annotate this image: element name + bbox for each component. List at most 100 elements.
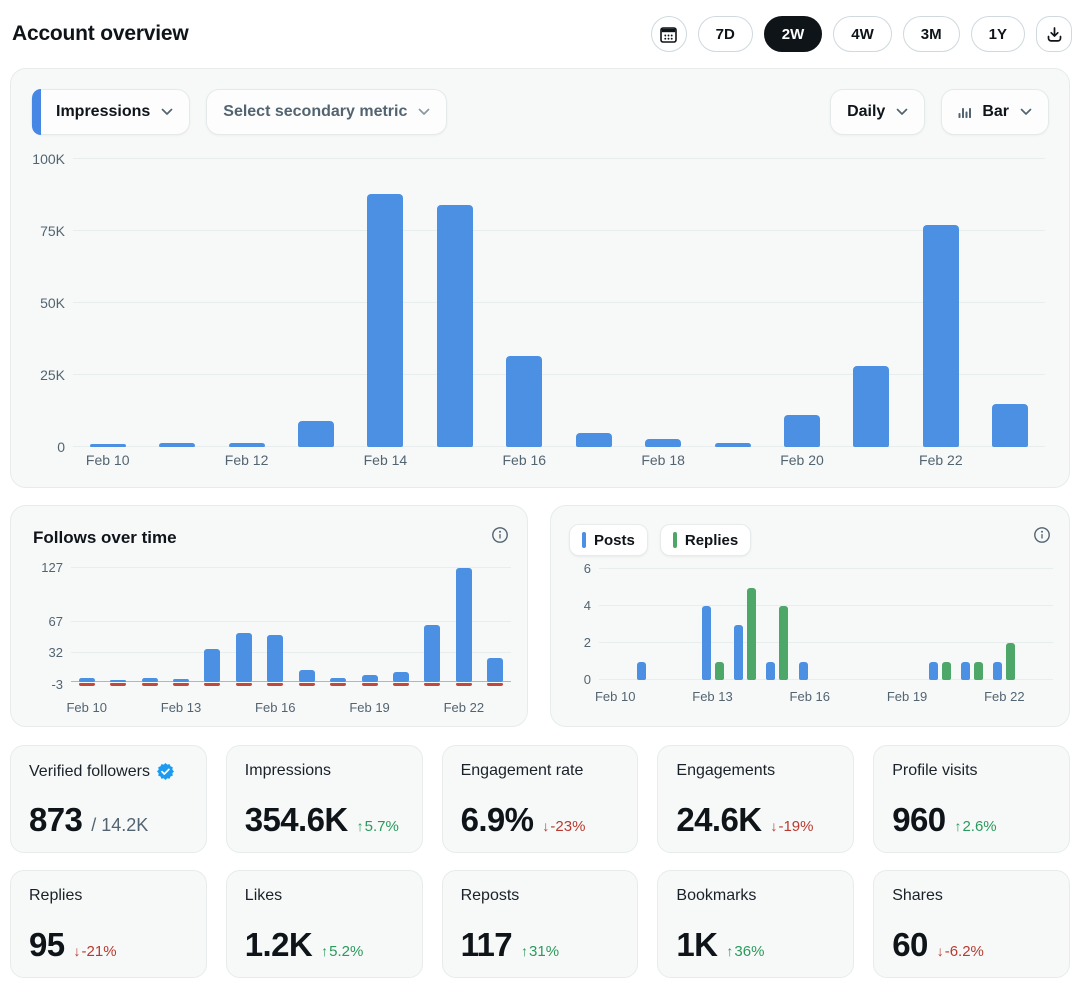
metric-delta-text: 2.6% [962,818,996,835]
arrow-up-icon: ↑ [321,943,328,959]
metric-delta-text: -23% [550,818,585,835]
download-button[interactable] [1036,16,1072,52]
bar-unfollows-feb-23[interactable] [487,683,503,686]
bar-unfollows-feb-18[interactable] [330,683,346,686]
bar-impressions-feb-10[interactable] [90,444,126,448]
bar-replies-feb-15[interactable] [779,606,788,680]
bar-unfollows-feb-12[interactable] [142,683,158,686]
info-button[interactable] [489,524,511,546]
bar-posts-feb-16[interactable] [799,662,808,680]
bar-follows-feb-13[interactable] [173,679,189,682]
range-button-2w[interactable]: 2W [764,16,823,52]
bar-replies-feb-13[interactable] [715,662,724,680]
bar-posts-feb-13[interactable] [702,606,711,680]
bar-follows-feb-22[interactable] [456,568,472,682]
bar-impressions-feb-20[interactable] [784,415,820,447]
bar-unfollows-feb-16[interactable] [267,683,283,686]
x-axis-tick: Feb 10 [47,699,127,716]
metric-label-text: Verified followers [29,763,150,781]
bar-posts-feb-11[interactable] [637,662,646,680]
bar-follows-feb-11[interactable] [110,680,126,683]
bar-replies-feb-20[interactable] [942,662,951,680]
bar-follows-feb-17[interactable] [299,670,315,682]
primary-metric-dropdown[interactable]: Impressions [31,89,190,135]
gridline [599,642,1053,643]
chevron-down-icon [418,108,430,116]
legend-chip-posts[interactable]: Posts [569,524,648,556]
bar-unfollows-feb-13[interactable] [173,683,189,686]
bar-impressions-feb-17[interactable] [576,433,612,447]
bar-impressions-feb-16[interactable] [506,356,542,447]
bar-impressions-feb-14[interactable] [367,194,403,447]
bar-chart-icon [958,106,971,118]
bar-unfollows-feb-17[interactable] [299,683,315,686]
y-axis-tick: 0 [565,672,591,688]
bar-follows-feb-19[interactable] [362,675,378,682]
bar-follows-feb-18[interactable] [330,678,346,683]
bar-posts-feb-20[interactable] [929,662,938,680]
metric-card-reposts: Reposts117↑31% [442,870,639,978]
metric-delta-text: 36% [734,943,764,960]
secondary-metric-dropdown[interactable]: Select secondary metric [206,89,447,135]
metric-value: 873 [29,803,82,836]
range-label: 3M [921,26,942,43]
bar-posts-feb-21[interactable] [961,662,970,680]
range-button-1y[interactable]: 1Y [971,16,1025,52]
info-icon [491,526,509,544]
info-button[interactable] [1031,524,1053,546]
y-axis-tick: 25K [31,367,65,383]
y-axis-tick: -3 [25,677,63,693]
calendar-button[interactable] [651,16,687,52]
chart-type-dropdown[interactable]: Bar [941,89,1049,135]
bar-impressions-feb-15[interactable] [437,205,473,447]
bar-impressions-feb-13[interactable] [298,421,334,447]
bar-impressions-feb-11[interactable] [159,443,195,447]
gridline [73,374,1045,375]
bar-unfollows-feb-11[interactable] [110,683,126,686]
bar-impressions-feb-22[interactable] [923,225,959,447]
bar-follows-feb-23[interactable] [487,658,503,682]
bar-follows-feb-12[interactable] [142,678,158,683]
bar-unfollows-feb-22[interactable] [456,683,472,686]
x-axis-tick: Feb 18 [623,452,703,469]
bar-follows-feb-15[interactable] [236,633,252,682]
metric-value: 95 [29,928,65,961]
bar-posts-feb-15[interactable] [766,662,775,680]
bar-replies-feb-22[interactable] [1006,643,1015,680]
bar-impressions-feb-23[interactable] [992,404,1028,447]
bar-posts-feb-14[interactable] [734,625,743,680]
bar-impressions-feb-12[interactable] [229,443,265,447]
metric-label: Verified followers [29,762,188,781]
bar-follows-feb-14[interactable] [204,649,220,682]
arrow-down-icon: ↓ [74,943,81,959]
arrow-down-icon: ↓ [770,818,777,834]
header: Account overview 7D2W4W3M1Y [0,0,1080,54]
range-button-4w[interactable]: 4W [833,16,892,52]
verified-badge-icon [156,762,175,781]
bar-replies-feb-21[interactable] [974,662,983,680]
bar-unfollows-feb-21[interactable] [424,683,440,686]
bar-posts-feb-22[interactable] [993,662,1002,680]
range-button-3m[interactable]: 3M [903,16,960,52]
chart-options: Daily Bar [830,89,1049,135]
bar-unfollows-feb-20[interactable] [393,683,409,686]
posts-replies-panel: Posts Replies 0246Feb 10Feb 13Feb 16Feb … [550,505,1070,727]
bar-replies-feb-14[interactable] [747,588,756,680]
metric-label: Replies [29,887,188,905]
bar-follows-feb-21[interactable] [424,625,440,682]
bar-follows-feb-20[interactable] [393,672,409,682]
bar-impressions-feb-21[interactable] [853,366,889,447]
bar-impressions-feb-18[interactable] [645,439,681,447]
chevron-down-icon [1020,108,1032,116]
range-button-7d[interactable]: 7D [698,16,753,52]
bar-unfollows-feb-19[interactable] [362,683,378,686]
legend-chip-replies[interactable]: Replies [660,524,751,556]
bar-unfollows-feb-15[interactable] [236,683,252,686]
interval-dropdown[interactable]: Daily [830,89,925,135]
bar-follows-feb-10[interactable] [79,678,95,682]
secondary-charts-row: Follows over time 1276732-3Feb 10Feb 13F… [10,505,1070,727]
bar-unfollows-feb-14[interactable] [204,683,220,686]
bar-unfollows-feb-10[interactable] [79,683,95,686]
bar-impressions-feb-19[interactable] [715,443,751,447]
bar-follows-feb-16[interactable] [267,635,283,682]
